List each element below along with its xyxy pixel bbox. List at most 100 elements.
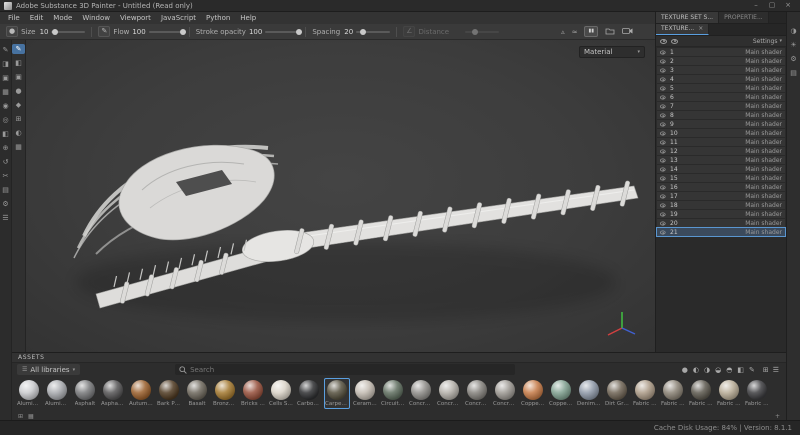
shader-settings-icon[interactable]: ☀ (787, 40, 800, 50)
minimize-button[interactable]: – (748, 0, 764, 11)
visibility-eye-icon[interactable] (660, 149, 666, 153)
cut-icon[interactable]: ✂ (0, 171, 11, 181)
texture-set-row[interactable]: 10Main shader (657, 129, 785, 137)
texture-set-row[interactable]: 3Main shader (657, 66, 785, 74)
asset-thumbnail[interactable]: Bricks Vint... (240, 378, 266, 409)
tab-texture-set-list[interactable]: TEXTURE... × (656, 24, 709, 35)
visibility-eye-icon[interactable] (660, 77, 666, 81)
menu-window[interactable]: Window (77, 12, 115, 24)
asset-thumbnail[interactable]: Carbon Fib... (296, 378, 322, 409)
visibility-eye-icon[interactable] (660, 68, 666, 72)
clone-tool-icon[interactable]: ◎ (0, 115, 11, 125)
camera-icon[interactable] (622, 27, 633, 37)
polygon-fill-tool-icon[interactable]: ▦ (0, 87, 11, 97)
fill-mode-icon[interactable]: ◧ (12, 58, 25, 68)
viewport-3d[interactable]: Material ▾ (26, 40, 655, 352)
pencil-icon[interactable]: ✎ (98, 26, 110, 37)
texture-set-row[interactable]: 16Main shader (657, 183, 785, 191)
asset-thumbnail[interactable]: Concrete B... (436, 378, 462, 409)
menu-viewport[interactable]: Viewport (115, 12, 156, 24)
visibility-eye-icon[interactable] (660, 230, 666, 234)
camera-settings-icon[interactable]: ⚙ (787, 54, 800, 64)
filters-filter-icon[interactable]: ◒ (715, 366, 721, 374)
texture-set-row[interactable]: 17Main shader (657, 192, 785, 200)
visibility-eye-icon[interactable] (660, 212, 666, 216)
asset-thumbnail[interactable]: Copper Oxi... (548, 378, 574, 409)
asset-thumbnail[interactable]: Basalt (184, 378, 210, 409)
undo-icon[interactable]: ↺ (0, 157, 11, 167)
texture-set-row[interactable]: 14Main shader (657, 165, 785, 173)
visibility-column-eye-icon[interactable] (660, 39, 667, 44)
visibility-eye-icon[interactable] (660, 167, 666, 171)
distance-slider[interactable] (465, 31, 499, 33)
asset-thumbnail[interactable]: Aluminium... (44, 378, 70, 409)
asset-thumbnail[interactable]: Cells Strin... (268, 378, 294, 409)
asset-thumbnail[interactable]: Fabric Du... (716, 378, 742, 409)
tab-properties[interactable]: PROPERTIE... (719, 12, 769, 23)
grid-view-icon[interactable]: ⊞ (763, 366, 769, 374)
texture-set-row[interactable]: 15Main shader (657, 174, 785, 182)
list-view-icon[interactable]: ☰ (773, 366, 779, 374)
asset-thumbnail[interactable]: Fabric Base... (660, 378, 686, 409)
add-asset-button[interactable]: + (775, 413, 780, 420)
smudge-tool-icon[interactable]: ◉ (0, 101, 11, 111)
texture-set-row[interactable]: 4Main shader (657, 75, 785, 83)
asset-thumbnail[interactable]: Bark Pine (156, 378, 182, 409)
library-dropdown[interactable]: ☰ All libraries ▾ (17, 364, 80, 375)
texture-set-row[interactable]: 1Main shader (657, 48, 785, 56)
visibility-eye-icon[interactable] (660, 95, 666, 99)
shading-mode-dropdown[interactable]: Material ▾ (579, 46, 645, 58)
pause-engine-button[interactable]: ▮▮ (584, 26, 598, 37)
visibility-eye-icon[interactable] (660, 203, 666, 207)
size-slider[interactable] (51, 31, 85, 33)
add-layer-icon[interactable]: ⊕ (0, 143, 11, 153)
angle-icon[interactable]: ∠ (403, 26, 415, 37)
visibility-eye-icon[interactable] (660, 185, 666, 189)
menu-edit[interactable]: Edit (25, 12, 49, 24)
asset-thumbnail[interactable]: Fabric Bar... (632, 378, 658, 409)
solo-column-eye-icon[interactable] (671, 39, 678, 44)
display-settings-icon[interactable]: ◑ (787, 26, 800, 36)
visibility-eye-icon[interactable] (660, 86, 666, 90)
asset-thumbnail[interactable]: Asphalt (72, 378, 98, 409)
environments-filter-icon[interactable]: ◓ (726, 366, 732, 374)
lazy-mouse-icon[interactable]: ≈ (572, 28, 578, 36)
asset-thumbnail[interactable]: Copper Pu... (520, 378, 546, 409)
visibility-eye-icon[interactable] (660, 122, 666, 126)
visibility-eye-icon[interactable] (660, 158, 666, 162)
menu-python[interactable]: Python (201, 12, 235, 24)
texture-set-row[interactable]: 11Main shader (657, 138, 785, 146)
history-panel-icon[interactable]: ▤ (787, 68, 800, 78)
visibility-eye-icon[interactable] (660, 113, 666, 117)
spacing-slider[interactable] (356, 31, 390, 33)
pattern-mode-icon[interactable]: ▦ (12, 142, 25, 152)
stroke-opacity-slider[interactable] (265, 31, 299, 33)
alphas-filter-icon[interactable]: ◧ (737, 366, 744, 374)
smart-masks-filter-icon[interactable]: ◑ (704, 366, 710, 374)
menu-javascript[interactable]: JavaScript (156, 12, 201, 24)
asset-thumbnail[interactable]: Fabric Cot... (688, 378, 714, 409)
asset-thumbnail[interactable]: Aluminium (16, 378, 42, 409)
search-input[interactable] (190, 366, 511, 374)
half-mode-icon[interactable]: ◐ (12, 128, 25, 138)
asset-thumbnail[interactable]: Dirt Grou... (604, 378, 630, 409)
diamond-mode-icon[interactable]: ◆ (12, 100, 25, 110)
eraser-tool-icon[interactable]: ◨ (0, 59, 11, 69)
visibility-eye-icon[interactable] (660, 59, 666, 63)
texture-set-row[interactable]: 19Main shader (657, 210, 785, 218)
texture-set-row[interactable]: 12Main shader (657, 147, 785, 155)
projection-tool-icon[interactable]: ▣ (0, 73, 11, 83)
settings-dock-icon[interactable]: ⚙ (0, 199, 11, 209)
close-tab-icon[interactable]: × (698, 24, 703, 35)
menu-mode[interactable]: Mode (48, 12, 77, 24)
asset-thumbnail[interactable]: Autumn Le... (128, 378, 154, 409)
close-button[interactable]: × (780, 0, 796, 11)
sphere-mode-icon[interactable]: ● (12, 86, 25, 96)
texture-set-row[interactable]: 2Main shader (657, 57, 785, 65)
texture-set-row[interactable]: 9Main shader (657, 120, 785, 128)
asset-thumbnail[interactable]: Bronze Ar... (212, 378, 238, 409)
brush-mode-icon[interactable]: ✎ (12, 44, 25, 54)
visibility-eye-icon[interactable] (660, 140, 666, 144)
asset-thumbnail[interactable]: Ceramic G... (352, 378, 378, 409)
asset-thumbnail[interactable]: Asphalt Cr... (100, 378, 126, 409)
